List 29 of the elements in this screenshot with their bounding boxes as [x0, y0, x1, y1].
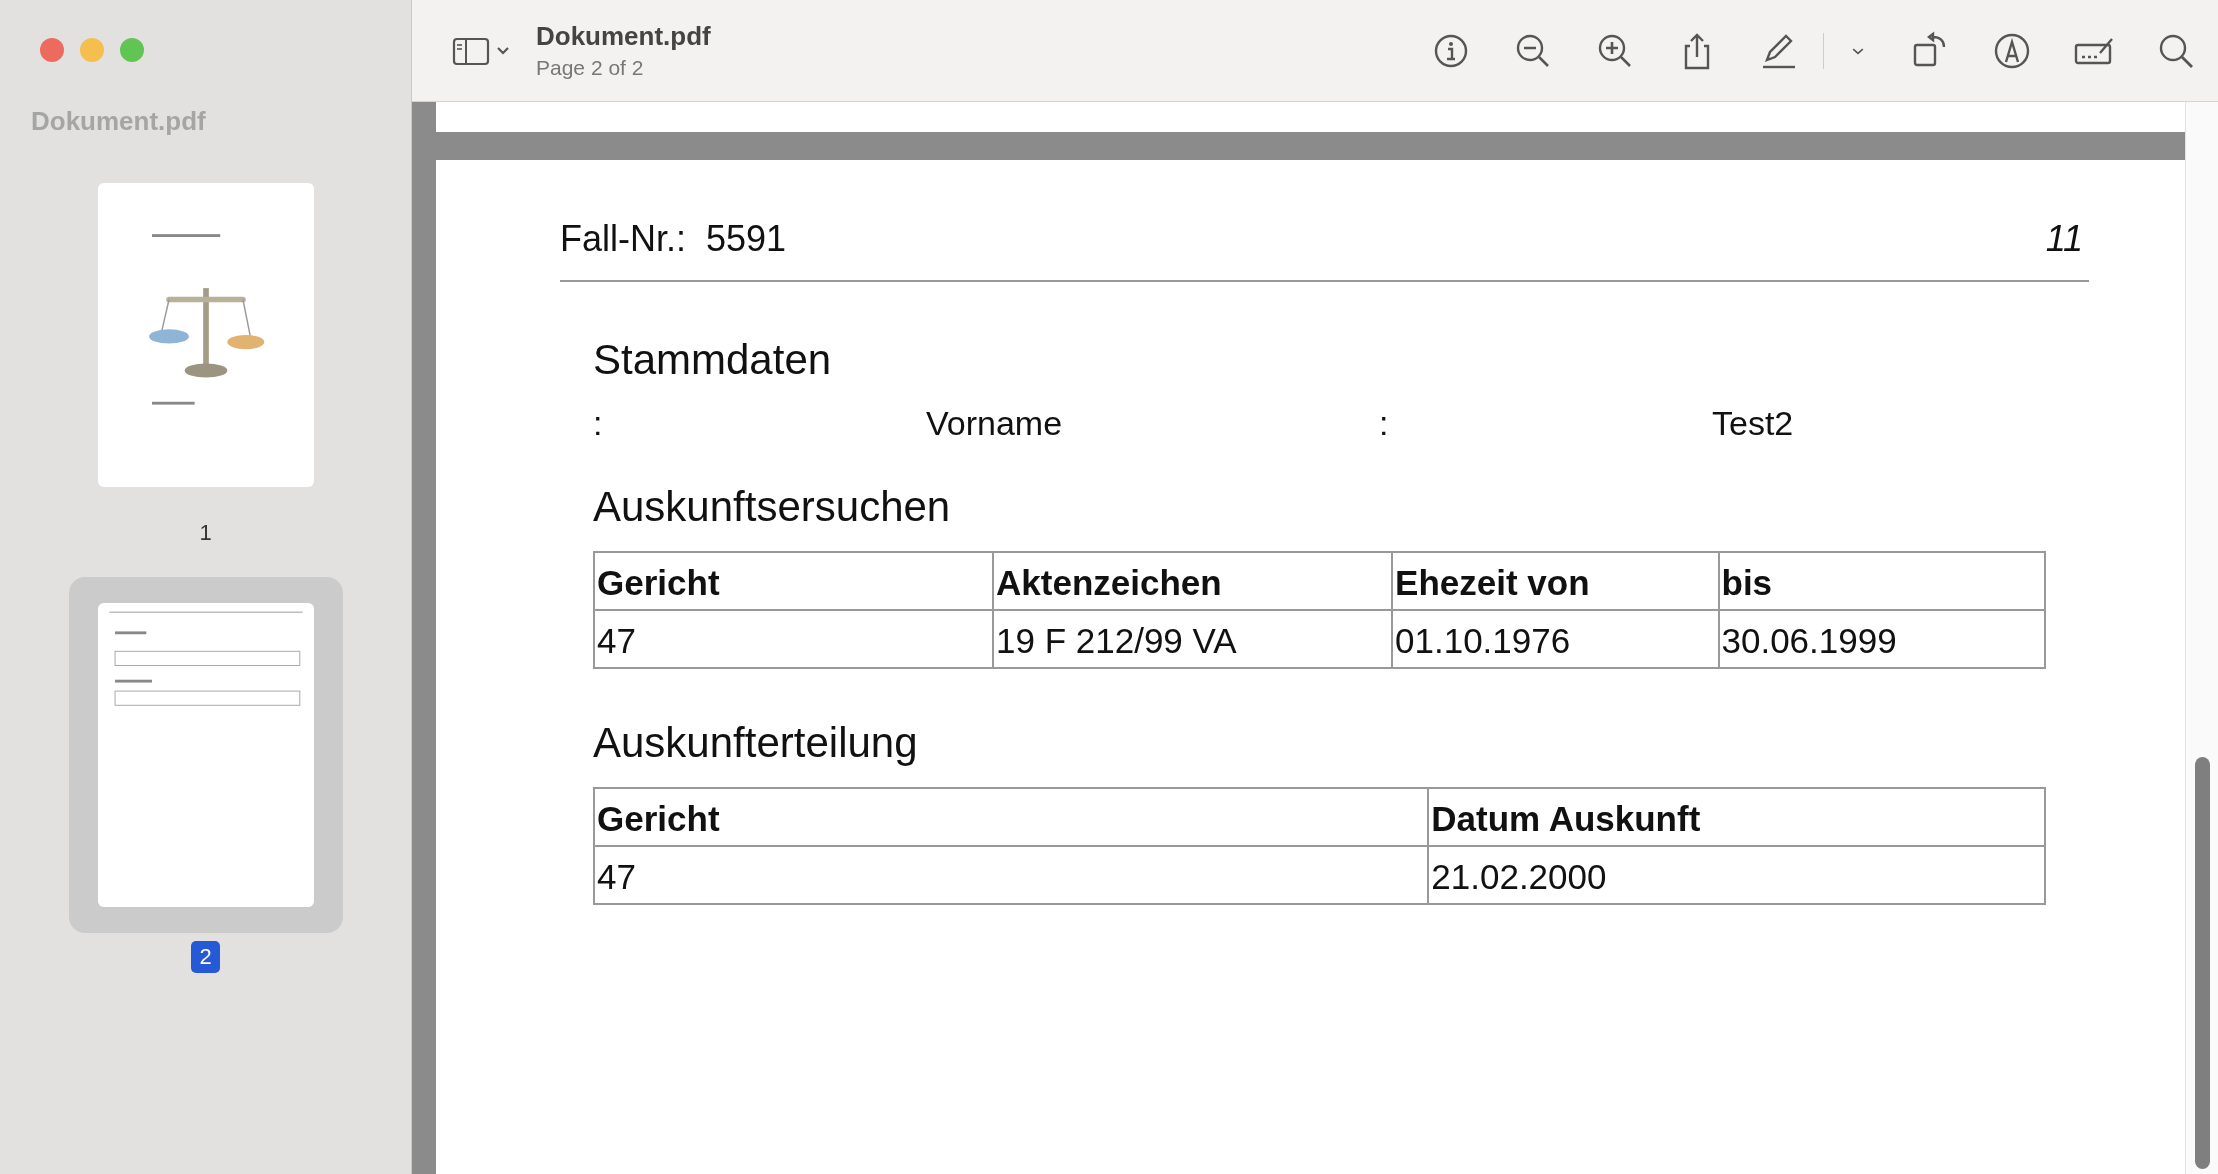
column-header: Gericht [594, 552, 993, 610]
page-number: 11 [2045, 218, 2084, 260]
page-thumbnail[interactable] [68, 577, 343, 933]
window-subtitle: Page 2 of 2 [536, 56, 645, 80]
section-heading: Auskunftsersuchen [593, 483, 952, 531]
section-heading: Stammdaten [593, 336, 833, 384]
column-header: Ehezeit von [1392, 552, 1719, 610]
field-text: Vorname [926, 404, 1064, 443]
table-cell: 01.10.1976 [1392, 610, 1719, 668]
table-cell: 21.02.2000 [1428, 846, 2045, 904]
table-cell: 19 F 212/99 VA [993, 610, 1393, 668]
case-number: Fall-Nr.: 5591 [560, 218, 787, 260]
section-heading: Auskunfterteilung [593, 719, 919, 767]
sidebar-toggle-button[interactable] [452, 35, 512, 66]
field-text: : [593, 404, 604, 443]
table-cell: 47 [594, 610, 993, 668]
page-number: 1 [198, 519, 213, 547]
table-cell: 47 [594, 846, 1429, 904]
scrollbar-thumb[interactable] [2195, 757, 2210, 1169]
column-header: Aktenzeichen [993, 552, 1393, 610]
column-header: Gericht [594, 788, 1429, 846]
column-header: bis [1718, 552, 2045, 610]
sidebar-title: Dokument.pdf [31, 106, 206, 137]
field-text: : [1379, 404, 1390, 443]
table-cell: 30.06.1999 [1718, 610, 2045, 668]
window-title: Dokument.pdf [536, 21, 711, 52]
page-number: 2 [191, 941, 220, 973]
column-header: Datum Auskunft [1428, 788, 2045, 846]
field-text: Test2 [1712, 404, 1795, 443]
